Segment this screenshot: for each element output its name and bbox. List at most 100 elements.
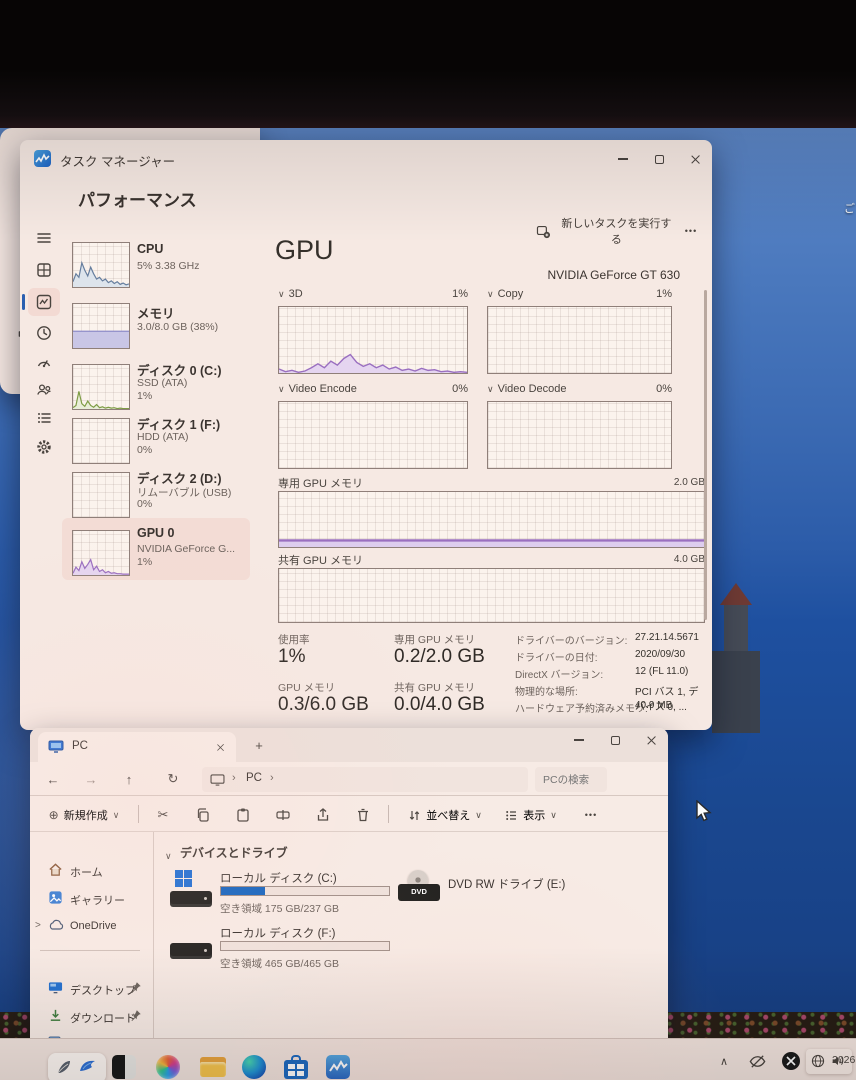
tray-overflow-chevron-icon[interactable]: ∧: [712, 1051, 736, 1071]
search-input[interactable]: [535, 767, 607, 792]
chevron-down-icon[interactable]: ∨: [487, 289, 494, 299]
sort-label: 並べ替え: [426, 807, 470, 823]
sidebar-item-home[interactable]: ホーム: [30, 858, 154, 882]
expander-chevron-icon[interactable]: >: [35, 920, 41, 931]
taskbar-app-bw-icon[interactable]: [112, 1055, 136, 1079]
sidebar-item-desktop[interactable]: デスクトップ: [30, 976, 154, 1000]
chart-value: 0%: [656, 383, 672, 395]
tray-date[interactable]: 2026: [832, 1054, 855, 1066]
crumb-separator: ›: [270, 772, 274, 784]
minimize-button[interactable]: [564, 730, 594, 750]
quill-app-icon: [55, 1058, 73, 1076]
hard-drive-icon: [170, 891, 212, 907]
stat-value: 1%: [278, 646, 305, 668]
stat-value: 2020/09/30: [635, 649, 685, 660]
file-explorer-window: PC + ← → ↑ ↻ › PC ›: [30, 728, 668, 1044]
cut-icon[interactable]: ✂: [150, 803, 176, 827]
copilot-app-icon[interactable]: [156, 1055, 180, 1079]
gpu-3d-chart: [279, 307, 467, 373]
tab-title: PC: [72, 740, 88, 752]
share-icon[interactable]: [310, 803, 336, 827]
drive-capacity-bar: [220, 886, 390, 896]
chevron-down-icon: ∨: [113, 810, 120, 821]
gpu-panel: GPU NVIDIA GeForce GT 630 ∨3D 1% ∨Copy 1…: [20, 140, 712, 730]
drive-free-space: 空き領域 175 GB/237 GB: [220, 901, 339, 916]
explorer-content: ∨ デバイスとドライブ ローカル ディスク (C:) 空き領域 175 GB/2…: [154, 832, 668, 1044]
dedicated-gpu-memory-chart: 専用 GPU メモリ 2.0 GB: [278, 475, 705, 550]
breadcrumb[interactable]: › PC ›: [202, 767, 528, 792]
view-label: 表示: [523, 807, 545, 823]
section-chevron-icon[interactable]: ∨: [165, 846, 176, 864]
gallery-icon: [48, 890, 63, 905]
devices-section-title: デバイスとドライブ: [180, 844, 288, 861]
sidebar-item-downloads[interactable]: ダウンロード: [30, 1004, 154, 1028]
new-item-button[interactable]: ⊕ 新規作成 ∨: [40, 803, 132, 827]
view-button[interactable]: 表示 ∨: [500, 803, 566, 827]
tab-close-icon[interactable]: [210, 738, 230, 756]
stat-value: 27.21.14.5671: [635, 632, 699, 643]
task-manager-app-icon[interactable]: [326, 1055, 350, 1079]
chevron-down-icon: ∨: [550, 810, 557, 821]
delete-icon[interactable]: [350, 803, 376, 827]
pin-icon: [130, 1009, 142, 1021]
explorer-tabbar: PC +: [30, 728, 668, 762]
back-icon[interactable]: ←: [40, 768, 66, 790]
taskbar-active-app-highlight[interactable]: [48, 1053, 106, 1080]
drive-f-item[interactable]: ローカル ディスク (F:) 空き領域 465 GB/465 GB: [168, 925, 418, 977]
sort-button[interactable]: 並べ替え ∨: [402, 803, 492, 827]
chevron-down-icon[interactable]: ∨: [278, 289, 285, 299]
eye-hidden-tray-icon[interactable]: [748, 1052, 767, 1071]
toolbar-more-button[interactable]: •••: [578, 805, 604, 825]
stat-value: 12 (FL 11.0): [635, 666, 688, 677]
drive-name: DVD RW ドライブ (E:): [448, 876, 565, 892]
chevron-down-icon[interactable]: ∨: [487, 384, 494, 394]
explorer-sidebar: ホーム ギャラリー > OneDrive デスクトップ: [30, 832, 154, 1044]
paste-icon[interactable]: [230, 803, 256, 827]
new-tab-button[interactable]: +: [248, 734, 270, 756]
taskbar: ∧ 2026: [0, 1038, 856, 1080]
close-x-tray-icon[interactable]: [782, 1052, 800, 1070]
maximize-button[interactable]: [600, 730, 630, 750]
close-button[interactable]: [636, 730, 666, 750]
explorer-tab-pc[interactable]: PC: [38, 732, 236, 762]
mouse-cursor: [694, 800, 716, 824]
scrollbar[interactable]: [704, 290, 707, 620]
breadcrumb-pc[interactable]: PC: [246, 772, 262, 784]
hard-drive-icon: [170, 943, 212, 959]
globe-network-icon: [810, 1053, 826, 1069]
store-app-icon[interactable]: [284, 1055, 308, 1079]
stat-label: ドライバーの日付:: [515, 649, 598, 664]
refresh-icon[interactable]: ↻: [160, 768, 186, 790]
gpu-stats: 使用率 1% GPU メモリ 0.3/6.0 GB 専用 GPU メモリ 0.2…: [278, 632, 705, 727]
gpu-heading: GPU: [275, 235, 334, 266]
file-explorer-app-icon[interactable]: [200, 1055, 226, 1079]
stat-label: 専用 GPU メモリ: [394, 632, 475, 647]
chart-value: 1%: [656, 288, 672, 300]
chart-label: 専用 GPU メモリ: [278, 475, 363, 491]
chevron-down-icon[interactable]: ∨: [278, 384, 285, 394]
task-manager-window: タスク マネージャー: [20, 140, 712, 730]
drive-c-item[interactable]: ローカル ディスク (C:) 空き領域 175 GB/237 GB: [168, 870, 418, 922]
chart-scale: 2.0 GB: [674, 477, 705, 488]
sidebar-item-onedrive[interactable]: > OneDrive: [30, 914, 154, 938]
sidebar-item-gallery[interactable]: ギャラリー: [30, 886, 154, 910]
onedrive-cloud-icon: [48, 919, 64, 931]
copy-icon[interactable]: [190, 803, 216, 827]
new-item-label: 新規作成: [64, 807, 108, 823]
stat-label: 物理的な場所:: [515, 683, 578, 698]
download-icon: [48, 1008, 63, 1023]
stat-label: ハードウェア予約済みメモリ:: [515, 700, 648, 715]
chart-label: Video Decode: [498, 383, 567, 395]
chart-label: 3D: [289, 288, 303, 300]
sidebar-label: ダウンロード: [70, 1010, 136, 1026]
edge-app-icon[interactable]: [242, 1055, 266, 1079]
gpu-chart-video-decode: ∨ Video Decode 0%: [487, 383, 672, 471]
chart-value: 1%: [452, 288, 468, 300]
drive-dvd-item[interactable]: DVD DVD RW ドライブ (E:): [398, 870, 608, 922]
stat-label: 使用率: [278, 632, 310, 647]
up-icon[interactable]: ↑: [116, 768, 142, 790]
forward-icon[interactable]: →: [78, 768, 104, 790]
pc-monitor-icon: [210, 773, 225, 791]
stat-label: ドライバーのバージョン:: [515, 632, 627, 647]
rename-icon[interactable]: [270, 803, 296, 827]
